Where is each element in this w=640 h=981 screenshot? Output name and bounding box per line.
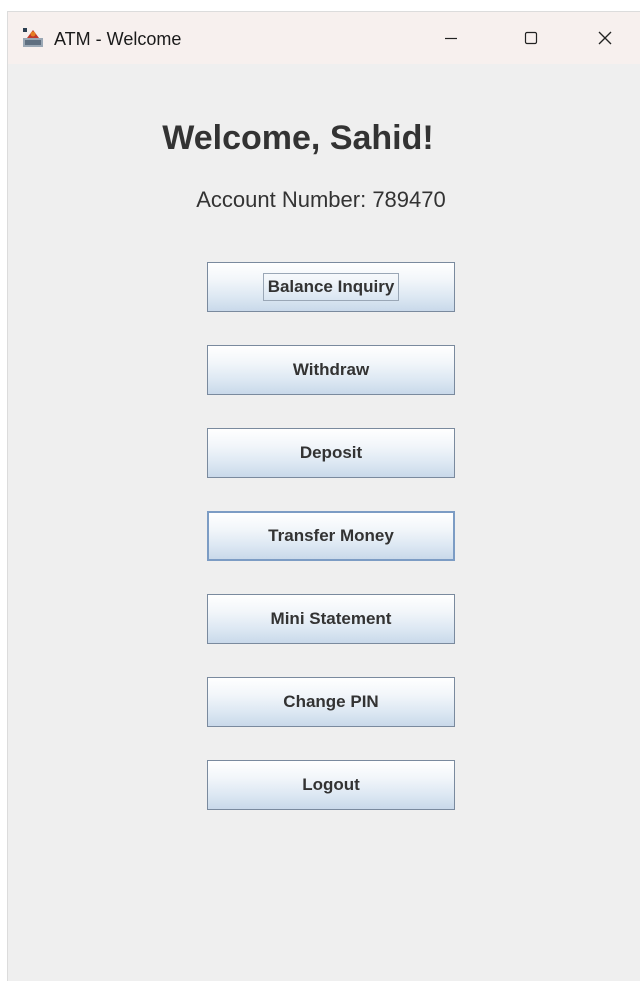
- minimize-icon: [444, 31, 458, 45]
- window-title: ATM - Welcome: [54, 29, 182, 49]
- button-label: Mini Statement: [270, 609, 392, 628]
- content-panel: Welcome, Sahid! Account Number: 789470 B…: [8, 64, 640, 981]
- welcome-heading: Welcome, Sahid!: [162, 119, 434, 157]
- title-bar[interactable]: ATM - Welcome: [8, 12, 640, 64]
- maximize-icon: [524, 31, 538, 45]
- atm-welcome-window: ATM - Welcome Welcome, Sahid! Account Nu…: [8, 12, 640, 981]
- account-number-label: Account Number: 789470: [196, 187, 446, 212]
- button-label: Transfer Money: [268, 526, 394, 545]
- transfer-money-button[interactable]: Transfer Money: [207, 511, 455, 561]
- java-app-icon: [22, 27, 44, 49]
- mini-statement-button[interactable]: Mini Statement: [207, 594, 455, 644]
- button-label: Change PIN: [283, 692, 379, 711]
- minimize-button[interactable]: [428, 22, 474, 54]
- deposit-button[interactable]: Deposit: [207, 428, 455, 478]
- maximize-button[interactable]: [508, 22, 554, 54]
- balance-inquiry-button[interactable]: Balance Inquiry: [207, 262, 455, 312]
- change-pin-button[interactable]: Change PIN: [207, 677, 455, 727]
- close-icon: [597, 30, 613, 46]
- logout-button[interactable]: Logout: [207, 760, 455, 810]
- button-label: Balance Inquiry: [262, 273, 400, 301]
- close-button[interactable]: [582, 22, 628, 54]
- button-label: Logout: [302, 775, 360, 794]
- button-label: Deposit: [299, 443, 363, 462]
- button-label: Withdraw: [292, 360, 370, 379]
- withdraw-button[interactable]: Withdraw: [207, 345, 455, 395]
